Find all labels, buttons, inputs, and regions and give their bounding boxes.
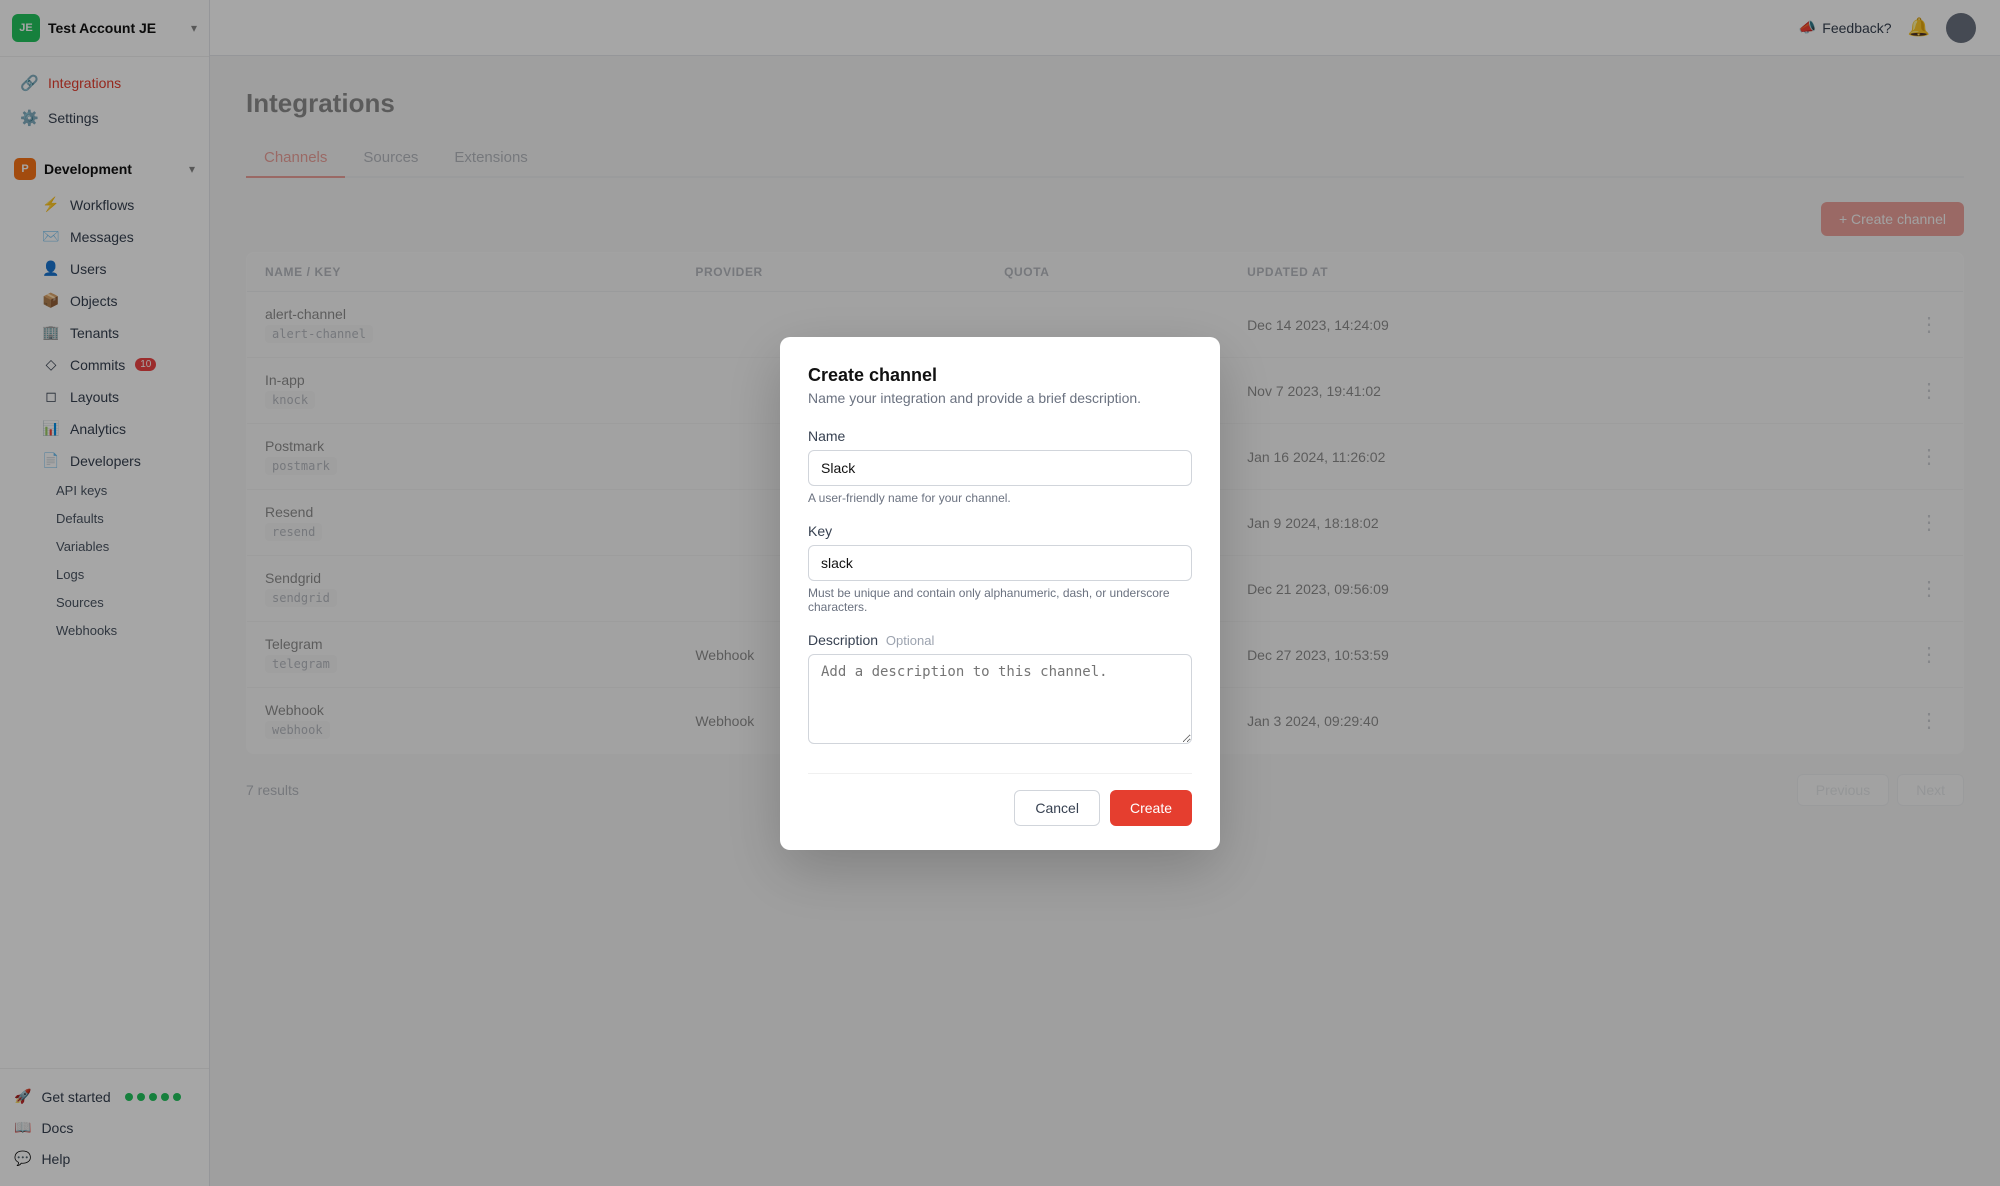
key-input[interactable] [808, 545, 1192, 581]
description-field-group: Description Optional [808, 632, 1192, 749]
description-label: Description Optional [808, 632, 1192, 648]
modal-subtitle: Name your integration and provide a brie… [808, 390, 1192, 406]
key-field-group: Key Must be unique and contain only alph… [808, 523, 1192, 614]
modal-title: Create channel [808, 365, 1192, 386]
modal-overlay[interactable]: Create channel Name your integration and… [0, 0, 2000, 1186]
name-field-group: Name A user-friendly name for your chann… [808, 428, 1192, 505]
name-input[interactable] [808, 450, 1192, 486]
modal-footer: Cancel Create [808, 773, 1192, 826]
cancel-button[interactable]: Cancel [1014, 790, 1100, 826]
key-hint: Must be unique and contain only alphanum… [808, 586, 1192, 614]
description-input[interactable] [808, 654, 1192, 744]
name-hint: A user-friendly name for your channel. [808, 491, 1192, 505]
name-label: Name [808, 428, 1192, 444]
create-button[interactable]: Create [1110, 790, 1192, 826]
create-channel-modal: Create channel Name your integration and… [780, 337, 1220, 850]
key-label: Key [808, 523, 1192, 539]
optional-tag: Optional [886, 633, 934, 648]
